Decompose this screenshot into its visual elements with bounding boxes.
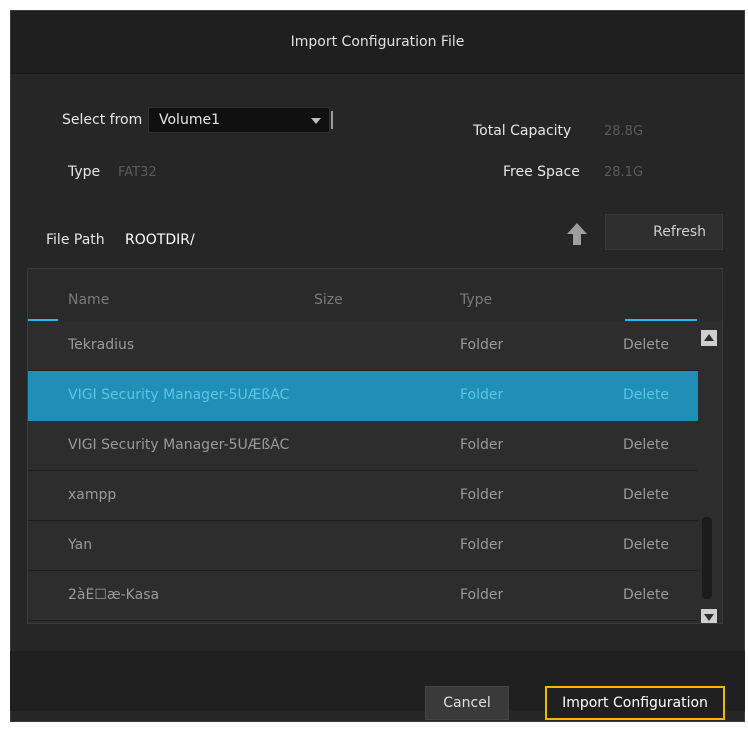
delete-button[interactable]: Delete	[623, 437, 669, 453]
row-name: VIGI Security Manager-5ÜÆßÄC	[68, 437, 290, 453]
delete-button[interactable]: Delete	[623, 587, 669, 603]
row-name: xampp	[68, 487, 117, 503]
type-value: FAT32	[118, 165, 157, 180]
scroll-down-arrow-icon	[704, 614, 714, 621]
delete-button[interactable]: Delete	[623, 387, 669, 403]
volume-select[interactable]: Volume1	[148, 107, 333, 133]
free-space-label: Free Space	[503, 164, 580, 180]
row-type: Folder	[460, 487, 504, 503]
parent-folder-button[interactable]	[566, 222, 588, 246]
row-name: VIGI Security Manager-5ÜÆßÄC	[68, 387, 290, 403]
table-row[interactable]: 2àÊ☐æ-Kasa Folder Delete	[28, 571, 698, 621]
table-header: Name Size Type	[28, 269, 722, 321]
cancel-button[interactable]: Cancel	[425, 686, 509, 720]
volume-select-value: Volume1	[159, 112, 220, 128]
header-type: Type	[460, 292, 493, 308]
header-name: Name	[68, 292, 110, 308]
row-type: Folder	[460, 587, 504, 603]
table-row[interactable]: Tekradius Folder Delete	[28, 321, 698, 371]
row-type: Folder	[460, 337, 504, 353]
chevron-down-icon	[311, 118, 321, 124]
type-label: Type	[68, 164, 101, 180]
file-table: Name Size Type Tekradius Folder Delete V…	[27, 268, 723, 624]
dialog-title: Import Configuration File	[11, 11, 744, 74]
row-name: Tekradius	[68, 337, 135, 353]
row-type: Folder	[460, 387, 504, 403]
file-path-label: File Path	[46, 232, 105, 248]
scrollbar-thumb[interactable]	[702, 517, 712, 599]
import-configuration-button[interactable]: Import Configuration	[545, 686, 725, 720]
table-row[interactable]: Yan Folder Delete	[28, 521, 698, 571]
scroll-up-arrow-icon	[704, 334, 714, 341]
table-row[interactable]: VIGI Security Manager-5ÜÆßÄC Folder Dele…	[28, 421, 698, 471]
total-capacity-label: Total Capacity	[473, 123, 572, 139]
refresh-button[interactable]: Refresh	[605, 214, 723, 250]
table-row[interactable]: xampp Folder Delete	[28, 471, 698, 521]
row-name: Yan	[68, 537, 93, 553]
row-type: Folder	[460, 537, 504, 553]
scroll-up-button[interactable]	[701, 330, 717, 346]
select-from-label: Select from	[62, 112, 143, 128]
up-arrow-icon	[567, 223, 587, 245]
delete-button[interactable]: Delete	[623, 537, 669, 553]
table-row-selected[interactable]: VIGI Security Manager-5ÜÆßÄC Folder Dele…	[28, 371, 698, 421]
row-name: 2àÊ☐æ-Kasa	[68, 587, 160, 603]
total-capacity-value: 28.8G	[604, 124, 644, 139]
delete-button[interactable]: Delete	[623, 337, 669, 353]
scroll-down-button[interactable]	[701, 609, 717, 623]
file-path-value: ROOTDIR/	[125, 232, 195, 248]
select-edge-marker	[331, 111, 333, 129]
free-space-value: 28.1G	[604, 165, 644, 180]
delete-button[interactable]: Delete	[623, 487, 669, 503]
header-size: Size	[314, 292, 343, 308]
row-type: Folder	[460, 437, 504, 453]
